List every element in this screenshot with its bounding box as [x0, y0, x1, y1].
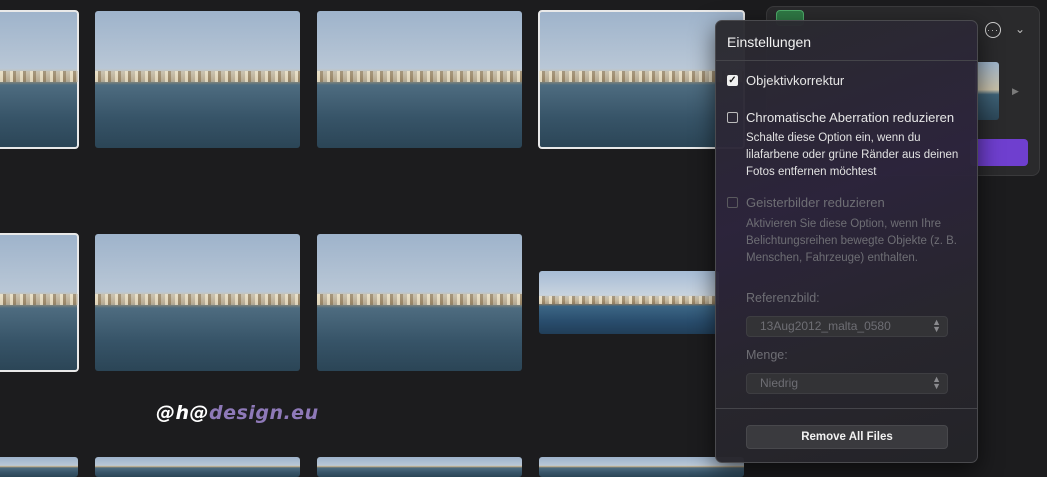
updown-chevron-icon: ▲ ▼ [932, 374, 941, 391]
amount-label: Menge: [746, 348, 788, 362]
photo-thumbnail[interactable] [95, 234, 300, 371]
ghosting-checkbox[interactable] [727, 197, 738, 208]
play-arrow-icon[interactable]: ▶ [1012, 86, 1019, 97]
photo-thumbnail[interactable] [95, 457, 300, 477]
primary-action-button[interactable] [970, 139, 1028, 166]
chromatic-aberration-option[interactable]: Chromatische Aberration reduzieren [727, 110, 954, 125]
reference-image-label: Referenzbild: [746, 291, 820, 305]
popover-title: Einstellungen [727, 34, 812, 50]
photo-thumbnail[interactable] [539, 457, 744, 477]
preview-thumbnail [975, 62, 999, 120]
amount-select[interactable]: Niedrig ▲ ▼ [746, 373, 948, 394]
ghosting-option[interactable]: Geisterbilder reduzieren [727, 195, 885, 210]
ghosting-label: Geisterbilder reduzieren [746, 195, 885, 210]
photo-thumbnail[interactable] [0, 10, 79, 149]
photo-thumbnail[interactable] [95, 11, 300, 148]
photo-thumbnail[interactable] [0, 233, 79, 372]
photo-thumbnail[interactable] [0, 457, 78, 477]
reference-image-select[interactable]: 13Aug2012_malta_0580 ▲ ▼ [746, 316, 948, 337]
chevron-down-icon[interactable]: ⌄ [1015, 22, 1025, 36]
more-options-icon[interactable]: ··· [985, 22, 1001, 38]
photo-thumbnail[interactable] [317, 11, 522, 148]
remove-all-files-button[interactable]: Remove All Files [746, 425, 948, 449]
ghosting-description: Aktivieren Sie diese Option, wenn Ihre B… [746, 218, 957, 264]
chromatic-aberration-label: Chromatische Aberration reduzieren [746, 110, 955, 125]
chromatic-aberration-description: Schalte diese Option ein, wenn du lilafa… [746, 132, 959, 178]
chromatic-aberration-checkbox[interactable] [727, 112, 738, 123]
photo-thumbnail[interactable] [317, 457, 522, 477]
lens-correction-checkbox[interactable]: ✓ [727, 75, 738, 86]
lens-correction-option[interactable]: ✓ Objektivkorrektur [727, 73, 844, 88]
updown-chevron-icon: ▲ ▼ [932, 317, 941, 334]
panorama-thumbnail[interactable] [539, 271, 719, 334]
photo-thumbnail[interactable] [317, 234, 522, 371]
reference-image-value: 13Aug2012_malta_0580 [760, 319, 891, 333]
watermark: @h@design.eu [156, 402, 319, 424]
divider [716, 408, 977, 409]
lens-correction-label: Objektivkorrektur [746, 73, 845, 88]
divider [716, 60, 977, 61]
amount-value: Niedrig [760, 376, 799, 390]
photo-grid [0, 0, 745, 477]
settings-popover: Einstellungen ✓ Objektivkorrektur Chroma… [715, 20, 978, 463]
photo-thumbnail[interactable] [538, 10, 745, 149]
